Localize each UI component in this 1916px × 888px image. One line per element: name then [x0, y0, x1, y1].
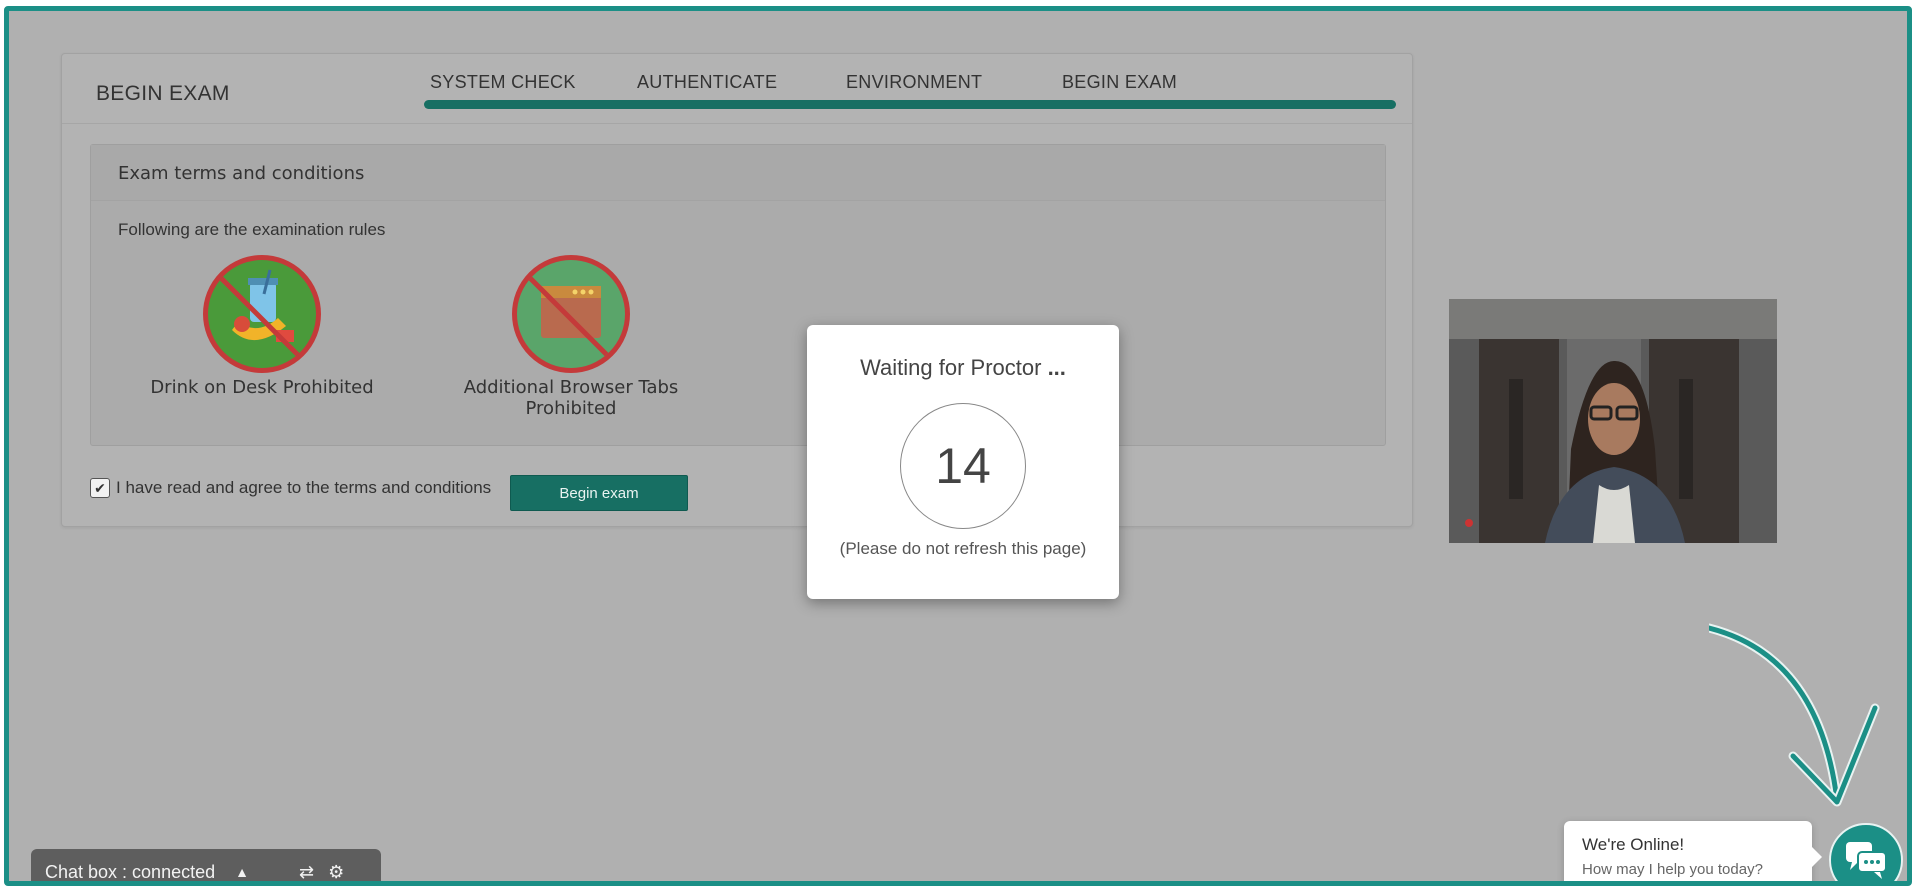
swap-icon[interactable]: ⇄ — [299, 862, 314, 882]
loading-dots: ... — [1047, 355, 1066, 380]
pointer-arrow-icon — [1709, 623, 1880, 807]
countdown-timer: 14 — [900, 403, 1026, 529]
begin-exam-button[interactable]: Begin exam — [510, 475, 688, 511]
rule-label-browser-tabs: Additional Browser Tabs Prohibited — [463, 377, 679, 419]
page-title: BEGIN EXAM — [96, 82, 230, 105]
no-browser-tabs-icon — [512, 255, 630, 373]
rule-no-browser-tabs: Additional Browser Tabs Prohibited — [441, 255, 701, 419]
terms-agreement: ✔ I have read and agree to the terms and… — [90, 478, 491, 498]
rule-label-drink: Drink on Desk Prohibited — [150, 377, 374, 398]
progress-bar — [424, 100, 1396, 109]
step-begin-exam: BEGIN EXAM — [1062, 72, 1178, 92]
chat-status: Chat box : connected — [45, 861, 216, 882]
exam-card: BEGIN EXAM SYSTEM CHECK AUTHENTICATE ENV… — [61, 53, 1413, 527]
refresh-warning: (Please do not refresh this page) — [839, 539, 1087, 558]
chat-bubbles-icon — [1846, 842, 1887, 879]
card-header: BEGIN EXAM SYSTEM CHECK AUTHENTICATE ENV… — [62, 54, 1412, 124]
expand-caret-icon[interactable]: ▲ — [235, 864, 249, 880]
support-chat-subtitle: How may I help you today? — [1582, 861, 1763, 878]
dialog-title: Waiting for Proctor ... — [807, 355, 1119, 381]
terms-title: Exam terms and conditions — [118, 163, 365, 184]
chat-launcher-button[interactable] — [1829, 823, 1903, 881]
support-chat-title: We're Online! — [1582, 835, 1685, 854]
no-drink-icon — [203, 255, 321, 373]
step-system-check: SYSTEM CHECK — [430, 72, 576, 92]
terms-panel: Exam terms and conditions Following are … — [90, 144, 1386, 446]
agree-checkbox[interactable]: ✔ — [90, 478, 110, 498]
rule-no-drink: Drink on Desk Prohibited — [132, 255, 392, 398]
step-environment: ENVIRONMENT — [846, 72, 983, 92]
step-progress: SYSTEM CHECK AUTHENTICATE ENVIRONMENT BE… — [424, 72, 1396, 112]
agree-label: I have read and agree to the terms and c… — [116, 478, 492, 497]
webcam-feed — [1449, 299, 1777, 543]
step-authenticate: AUTHENTICATE — [637, 72, 778, 92]
gear-icon[interactable]: ⚙ — [328, 862, 344, 882]
waiting-for-proctor-dialog: Waiting for Proctor ... 14 (Please do no… — [807, 325, 1119, 599]
app-frame: BEGIN EXAM SYSTEM CHECK AUTHENTICATE ENV… — [4, 6, 1912, 886]
terms-subtitle: Following are the examination rules — [118, 220, 386, 239]
dialog-title-text: Waiting for Proctor — [860, 355, 1042, 380]
support-chat-bubble[interactable]: We're Online! How may I help you today? — [1564, 821, 1822, 881]
chat-box-bar[interactable]: Chat box : connected ▲ ⇄ ⚙ — [31, 849, 381, 882]
